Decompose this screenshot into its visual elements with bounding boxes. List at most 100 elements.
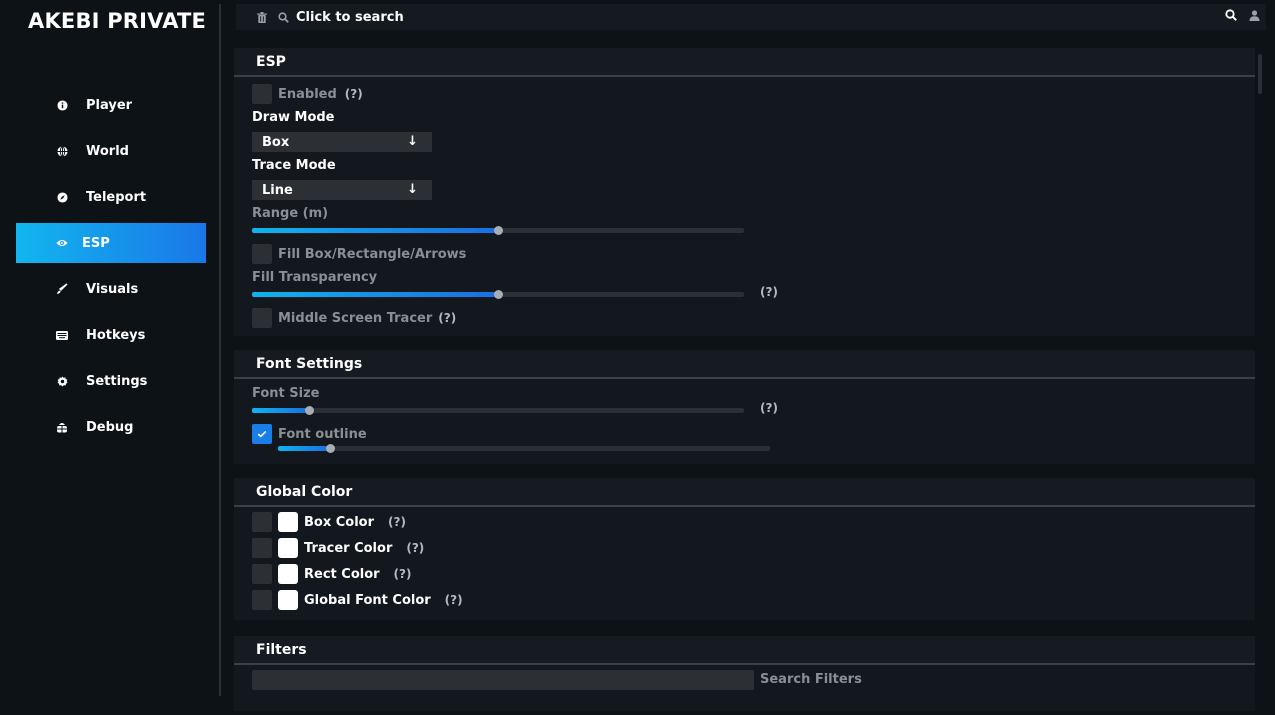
sidebar-item-label: Visuals bbox=[86, 281, 139, 297]
fill-transparency-slider[interactable] bbox=[252, 290, 744, 299]
esp-enabled-row: Enabled (?) bbox=[252, 84, 363, 104]
font-outline-slider[interactable] bbox=[278, 444, 770, 453]
content-scrollbar[interactable] bbox=[1258, 54, 1262, 94]
slider-knob[interactable] bbox=[494, 226, 503, 235]
range-label: Range (m) bbox=[252, 206, 329, 221]
search-input[interactable]: Click to search bbox=[296, 10, 404, 25]
sidebar-divider bbox=[219, 4, 221, 696]
help-tooltip[interactable]: (?) bbox=[438, 311, 456, 325]
middle-tracer-row: Middle Screen Tracer (?) bbox=[252, 308, 456, 328]
slider-fill bbox=[252, 292, 498, 297]
slider-knob[interactable] bbox=[325, 444, 335, 453]
sidebar-item-teleport[interactable]: Teleport bbox=[16, 177, 206, 217]
filter-search-label: Search Filters bbox=[760, 672, 862, 687]
font-outline-row: Font outline bbox=[252, 424, 367, 444]
fill-box-checkbox[interactable] bbox=[252, 244, 272, 264]
color-swatch[interactable] bbox=[278, 590, 298, 610]
section-title: Global Color bbox=[234, 478, 1255, 507]
help-tooltip[interactable]: (?) bbox=[394, 567, 412, 581]
slider-fill bbox=[278, 446, 330, 451]
section-title: ESP bbox=[234, 48, 1255, 77]
enabled-checkbox[interactable] bbox=[252, 84, 272, 104]
help-tooltip[interactable]: (?) bbox=[760, 285, 778, 299]
filters-section: Filters Search Filters bbox=[234, 636, 1255, 711]
checkmark-icon bbox=[257, 430, 267, 438]
draw-mode-select[interactable]: Box ↓ bbox=[252, 132, 432, 152]
sidebar-item-world[interactable]: World bbox=[16, 131, 206, 171]
fill-box-row: Fill Box/Rectangle/Arrows bbox=[252, 244, 466, 264]
arrow-down-icon: ↓ bbox=[407, 134, 418, 149]
sidebar-item-label: Debug bbox=[86, 419, 134, 435]
esp-section: ESP Enabled (?) Draw Mode Box ↓ Trace Mo… bbox=[234, 48, 1255, 336]
middle-tracer-label: Middle Screen Tracer bbox=[278, 310, 433, 326]
trace-mode-select[interactable]: Line ↓ bbox=[252, 180, 432, 200]
sidebar-item-label: World bbox=[86, 143, 129, 159]
global-font-color-label: Global Font Color bbox=[304, 592, 431, 608]
sidebar-item-hotkeys[interactable]: Hotkeys bbox=[16, 315, 206, 355]
app-logo-title: AKEBI PRIVATE bbox=[28, 9, 207, 33]
sidebar-item-label: Settings bbox=[86, 373, 148, 389]
tracer-color-label: Tracer Color bbox=[304, 540, 393, 556]
font-size-label: Font Size bbox=[252, 386, 320, 401]
tracer-color-checkbox[interactable] bbox=[252, 538, 272, 558]
color-swatch[interactable] bbox=[278, 512, 298, 532]
rect-color-row: Rect Color (?) bbox=[252, 564, 411, 584]
draw-mode-label: Draw Mode bbox=[252, 110, 335, 125]
info-icon bbox=[56, 99, 68, 111]
slider-knob[interactable] bbox=[304, 406, 314, 415]
trace-mode-label: Trace Mode bbox=[252, 158, 336, 173]
box-color-label: Box Color bbox=[304, 514, 375, 530]
brush-icon bbox=[56, 283, 68, 295]
enabled-label: Enabled bbox=[278, 86, 337, 102]
section-title: Filters bbox=[234, 636, 1255, 665]
sidebar: AKEBI PRIVATE Player World Teleport ESP … bbox=[0, 0, 222, 715]
sidebar-item-esp[interactable]: ESP bbox=[16, 223, 206, 263]
help-tooltip[interactable]: (?) bbox=[388, 515, 406, 529]
global-font-color-checkbox[interactable] bbox=[252, 590, 272, 610]
globe-icon bbox=[56, 145, 68, 157]
sidebar-item-visuals[interactable]: Visuals bbox=[16, 269, 206, 309]
range-slider[interactable] bbox=[252, 226, 744, 235]
bug-icon bbox=[56, 421, 68, 433]
color-swatch[interactable] bbox=[278, 564, 298, 584]
search-icon[interactable] bbox=[1225, 9, 1237, 25]
slider-fill bbox=[252, 228, 498, 233]
slider-fill bbox=[252, 408, 309, 413]
color-swatch[interactable] bbox=[278, 538, 298, 558]
sidebar-item-label: ESP bbox=[82, 235, 110, 251]
fill-transparency-label: Fill Transparency bbox=[252, 270, 378, 285]
sidebar-item-debug[interactable]: Debug bbox=[16, 407, 206, 447]
slider-knob[interactable] bbox=[494, 290, 503, 299]
sidebar-item-label: Hotkeys bbox=[86, 327, 146, 343]
font-size-slider[interactable] bbox=[252, 406, 744, 415]
eye-icon bbox=[56, 237, 68, 249]
box-color-checkbox[interactable] bbox=[252, 512, 272, 532]
help-tooltip[interactable]: (?) bbox=[760, 401, 778, 415]
font-settings-section: Font Settings Font Size (?) Font outline bbox=[234, 350, 1255, 464]
top-search-bar[interactable]: Click to search bbox=[236, 4, 1266, 30]
font-outline-label: Font outline bbox=[278, 426, 367, 442]
keyboard-icon bbox=[56, 329, 68, 341]
trash-icon[interactable] bbox=[250, 4, 274, 30]
global-color-section: Global Color Box Color (?) Tracer Color … bbox=[234, 478, 1255, 620]
middle-tracer-checkbox[interactable] bbox=[252, 308, 272, 328]
draw-mode-value: Box bbox=[262, 134, 290, 150]
help-tooltip[interactable]: (?) bbox=[406, 541, 424, 555]
filter-search-input[interactable] bbox=[252, 670, 754, 690]
help-tooltip[interactable]: (?) bbox=[345, 87, 363, 101]
search-small-icon bbox=[274, 4, 292, 30]
user-icon[interactable] bbox=[1249, 9, 1260, 25]
sidebar-item-label: Player bbox=[86, 97, 133, 113]
sidebar-item-player[interactable]: Player bbox=[16, 85, 206, 125]
tracer-color-row: Tracer Color (?) bbox=[252, 538, 424, 558]
box-color-row: Box Color (?) bbox=[252, 512, 406, 532]
rect-color-checkbox[interactable] bbox=[252, 564, 272, 584]
font-outline-checkbox[interactable] bbox=[252, 424, 272, 444]
arrow-down-icon: ↓ bbox=[407, 182, 418, 197]
compass-icon bbox=[56, 191, 68, 203]
help-tooltip[interactable]: (?) bbox=[445, 593, 463, 607]
sidebar-item-settings[interactable]: Settings bbox=[16, 361, 206, 401]
global-font-color-row: Global Font Color (?) bbox=[252, 590, 463, 610]
rect-color-label: Rect Color bbox=[304, 566, 380, 582]
sidebar-item-label: Teleport bbox=[86, 189, 147, 205]
